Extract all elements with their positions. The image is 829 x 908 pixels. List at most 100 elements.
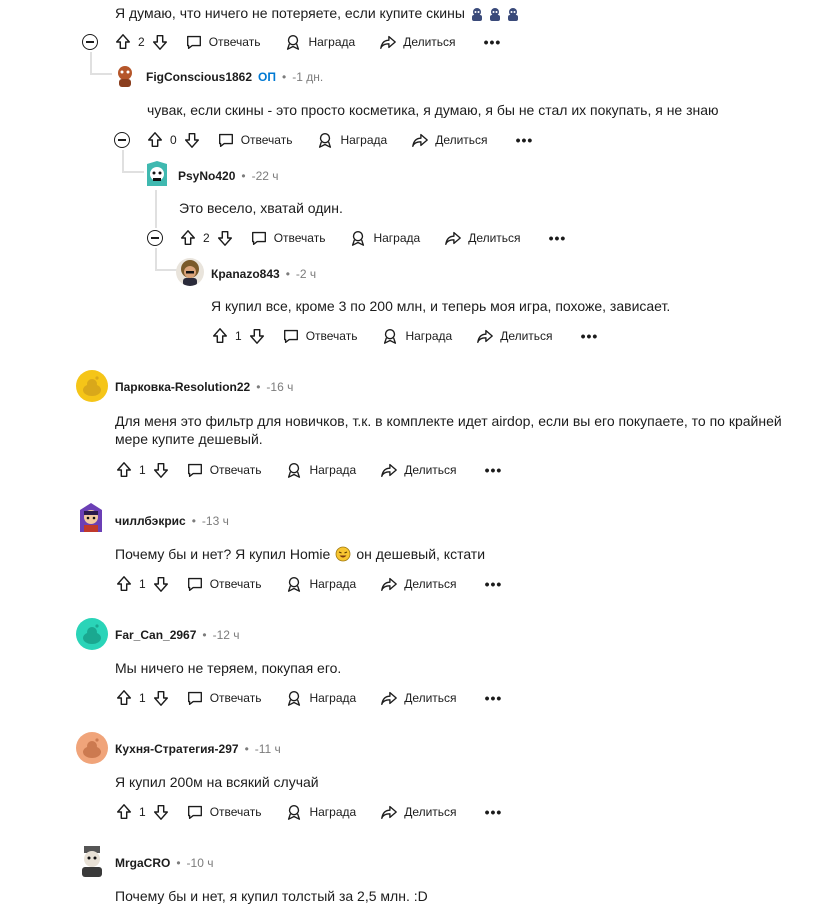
award-button[interactable]: Награда	[285, 461, 356, 479]
username[interactable]: Far_Can_2967	[115, 628, 196, 642]
avatar[interactable]	[76, 500, 106, 536]
upvote-icon[interactable]	[115, 575, 133, 593]
timestamp[interactable]: -16 ч	[266, 380, 293, 394]
downvote-icon[interactable]	[152, 689, 170, 707]
award-button[interactable]: Награда	[381, 327, 452, 345]
op-badge: ОП	[258, 70, 276, 84]
reply-button[interactable]: Отвечать	[186, 689, 261, 707]
reply-button[interactable]: Отвечать	[186, 461, 261, 479]
comment-header: Кpanazo843 • -2 ч	[211, 267, 316, 281]
upvote-icon[interactable]	[179, 229, 197, 247]
comment-header: PsyNo420 • -22 ч	[178, 169, 279, 183]
avatar[interactable]	[76, 618, 108, 650]
avatar-image	[112, 63, 138, 89]
timestamp[interactable]: -22 ч	[252, 169, 279, 183]
username[interactable]: FigConscious1862	[146, 70, 252, 84]
vote-count: 1	[139, 691, 146, 705]
collapse-button[interactable]	[82, 34, 98, 50]
award-button[interactable]: Награда	[316, 131, 387, 149]
username[interactable]: PsyNo420	[178, 169, 235, 183]
username[interactable]: Парковка-Resolution22	[115, 380, 250, 394]
comment-text-continued: он дешевый, кстати	[356, 546, 486, 562]
timestamp[interactable]: -11 ч	[255, 742, 281, 756]
award-label: Награда	[309, 577, 357, 591]
award-button[interactable]: Награда	[285, 803, 356, 821]
avatar[interactable]	[76, 732, 108, 764]
more-options-button[interactable]: •••	[485, 804, 503, 820]
award-icon	[285, 689, 303, 707]
avatar[interactable]	[176, 258, 204, 286]
award-button[interactable]: Награда	[284, 33, 355, 51]
downvote-icon[interactable]	[216, 229, 234, 247]
more-options-button[interactable]: •••	[485, 462, 503, 478]
share-button[interactable]: Делиться	[379, 33, 456, 51]
username[interactable]: Кухня-Стратегия-297	[115, 742, 239, 756]
more-options-button[interactable]: •••	[484, 34, 502, 50]
share-button[interactable]: Делиться	[380, 461, 457, 479]
award-button[interactable]: Награда	[285, 689, 356, 707]
reply-button[interactable]: Отвечать	[282, 327, 357, 345]
downvote-icon[interactable]	[183, 131, 201, 149]
snoo-icon	[83, 624, 101, 644]
avatar[interactable]	[112, 63, 138, 89]
reply-label: Отвечать	[209, 805, 262, 819]
vote-count: 0	[170, 133, 177, 147]
share-button[interactable]: Делиться	[444, 229, 521, 247]
reply-button[interactable]: Отвечать	[186, 803, 262, 821]
separator-dot: •	[241, 169, 246, 183]
share-button[interactable]: Делиться	[380, 689, 457, 707]
award-button[interactable]: Награда	[349, 229, 420, 247]
username[interactable]: MrgaCRO	[115, 856, 170, 870]
upvote-icon[interactable]	[115, 461, 133, 479]
share-button[interactable]: Делиться	[411, 131, 488, 149]
timestamp[interactable]: -1 дн.	[292, 70, 323, 84]
timestamp[interactable]: -12 ч	[213, 628, 240, 642]
share-icon	[444, 229, 462, 247]
separator-dot: •	[244, 742, 249, 756]
more-options-button[interactable]: •••	[516, 132, 534, 148]
downvote-icon[interactable]	[152, 461, 170, 479]
reply-button[interactable]: Отвечать	[185, 33, 260, 51]
avatar[interactable]	[76, 370, 108, 402]
comment-header: Парковка-Resolution22 • -16 ч	[115, 380, 293, 394]
share-icon	[380, 689, 398, 707]
more-options-button[interactable]: •••	[581, 328, 599, 344]
award-button[interactable]: Награда	[285, 575, 356, 593]
upvote-icon[interactable]	[115, 689, 133, 707]
award-icon	[285, 803, 303, 821]
avatar-image	[76, 844, 108, 878]
username[interactable]: чиллбэкрис	[115, 514, 186, 528]
collapse-button[interactable]	[147, 230, 163, 246]
more-options-button[interactable]: •••	[549, 230, 567, 246]
downvote-icon[interactable]	[152, 803, 170, 821]
vote-count: 1	[139, 463, 146, 477]
upvote-icon[interactable]	[115, 803, 133, 821]
award-icon	[349, 229, 367, 247]
downvote-icon[interactable]	[248, 327, 266, 345]
more-options-button[interactable]: •••	[485, 576, 503, 592]
avatar[interactable]	[76, 844, 108, 878]
username[interactable]: Кpanazo843	[211, 267, 280, 281]
upvote-icon[interactable]	[146, 131, 164, 149]
downvote-icon[interactable]	[152, 575, 170, 593]
reply-button[interactable]: Отвечать	[250, 229, 325, 247]
timestamp[interactable]: -10 ч	[187, 856, 214, 870]
downvote-icon[interactable]	[151, 33, 169, 51]
upvote-icon[interactable]	[211, 327, 229, 345]
collapse-button[interactable]	[114, 132, 130, 148]
more-options-button[interactable]: •••	[485, 690, 503, 706]
share-button[interactable]: Делиться	[380, 575, 457, 593]
upvote-icon[interactable]	[114, 33, 132, 51]
reply-button[interactable]: Отвечать	[186, 575, 261, 593]
reply-button[interactable]: Отвечать	[217, 131, 292, 149]
comment-actions: 0 Отвечать Награда Делиться •••	[114, 128, 533, 152]
share-button[interactable]: Делиться	[380, 803, 457, 821]
timestamp[interactable]: -2 ч	[296, 267, 316, 281]
share-button[interactable]: Делиться	[476, 327, 553, 345]
vote-count: 1	[139, 577, 146, 591]
comment-text: Я купил 200м на всякий случай	[115, 774, 319, 790]
avatar[interactable]	[144, 160, 170, 190]
timestamp[interactable]: -13 ч	[202, 514, 229, 528]
share-icon	[380, 803, 398, 821]
separator-dot: •	[285, 267, 290, 281]
